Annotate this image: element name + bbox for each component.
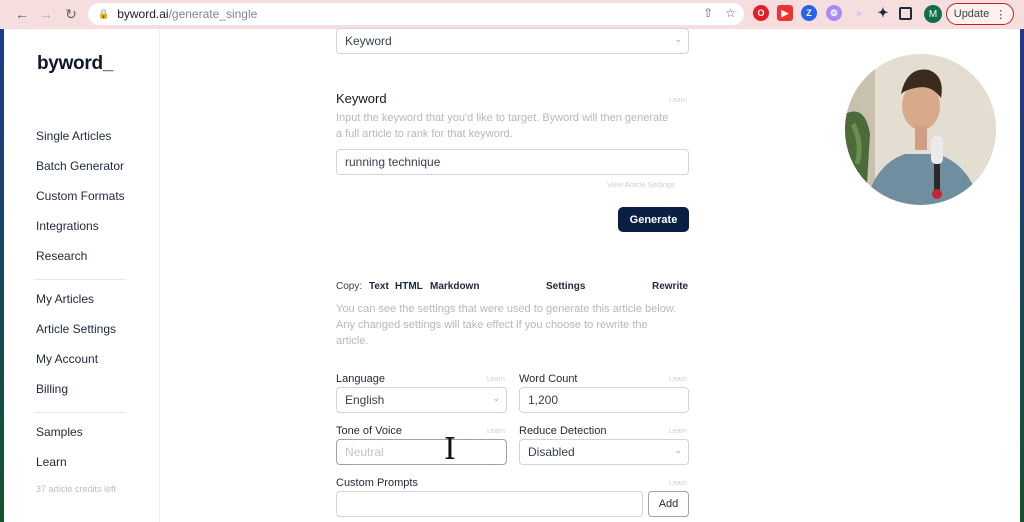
arrows-extension-icon[interactable]: » [851, 5, 867, 21]
sidebar: byword_ Single Articles Batch Generator … [4, 29, 160, 522]
nav-billing[interactable]: Billing [36, 382, 68, 396]
reduce-detection-select[interactable]: Disabled ⌄ [519, 439, 689, 465]
keyword-input-value: running technique [345, 155, 441, 169]
presenter-video-icon [845, 54, 996, 205]
frame-edge-right [1020, 29, 1024, 522]
byword-logo[interactable]: byword_ [37, 53, 113, 75]
reduce-detection-value: Disabled [528, 445, 575, 459]
custom-prompts-learn-link[interactable]: Learn [669, 480, 687, 487]
side-panel-icon[interactable] [899, 7, 912, 20]
keyword-learn-link[interactable]: Learn [669, 97, 687, 104]
nav-article-settings[interactable]: Article Settings [36, 322, 116, 336]
language-value: English [345, 393, 385, 407]
gear-extension-icon[interactable]: ⚙ [826, 5, 842, 21]
tone-of-voice-label: Tone of Voice [336, 425, 403, 437]
reduce-detection-label: Reduce Detection [519, 425, 607, 437]
copy-label: Copy: [336, 281, 363, 292]
settings-tab[interactable]: Settings [546, 281, 585, 292]
tone-of-voice-input[interactable]: Neutral [336, 439, 507, 465]
language-label: Language [336, 373, 385, 385]
language-learn-link[interactable]: Learn [487, 376, 505, 383]
opera-extension-icon[interactable]: O [753, 5, 769, 21]
nav-integrations[interactable]: Integrations [36, 219, 99, 233]
word-count-input[interactable]: 1,200 [519, 387, 689, 413]
language-select[interactable]: English ⌄ [336, 387, 507, 413]
url-host: byword.ai [117, 7, 169, 21]
video-extension-icon[interactable]: ▶ [777, 5, 793, 21]
chevron-down-icon: ⌄ [492, 393, 500, 403]
bookmark-star-icon[interactable]: ☆ [725, 6, 736, 20]
copy-html-link[interactable]: HTML [395, 281, 423, 292]
profile-avatar[interactable]: M [924, 5, 942, 23]
nav-learn[interactable]: Learn [36, 455, 67, 469]
chevron-down-icon: ⌄ [674, 34, 682, 44]
tone-placeholder: Neutral [345, 445, 384, 459]
zoom-extension-icon[interactable]: Z [801, 5, 817, 21]
word-count-learn-link[interactable]: Learn [669, 376, 687, 383]
rewrite-link[interactable]: Rewrite [652, 281, 688, 292]
back-arrow-icon[interactable]: ← [11, 3, 33, 25]
mode-select-value: Keyword [345, 34, 392, 48]
browser-toolbar: ← → ↻ 🔒 byword.ai/generate_single ⇧ ☆ O … [0, 0, 1024, 29]
puzzle-extensions-icon[interactable]: ✦ [875, 5, 891, 21]
custom-prompts-input[interactable] [336, 491, 643, 517]
nav-divider [34, 412, 126, 413]
update-label: Update [953, 8, 990, 20]
keyword-help-text: Input the keyword that you'd like to tar… [336, 112, 669, 140]
reduce-learn-link[interactable]: Learn [669, 428, 687, 435]
nav-divider [34, 279, 126, 280]
nav-custom-formats[interactable]: Custom Formats [36, 189, 125, 203]
tone-learn-link[interactable]: Learn [487, 428, 505, 435]
nav-my-account[interactable]: My Account [36, 352, 98, 366]
copy-text-link[interactable]: Text [369, 281, 389, 292]
update-button[interactable]: Update ⋮ [946, 3, 1014, 25]
word-count-value: 1,200 [528, 393, 559, 407]
view-article-settings-link[interactable]: View Article Settings [607, 180, 675, 189]
generate-button[interactable]: Generate [618, 207, 689, 232]
nav-single-articles[interactable]: Single Articles [36, 129, 111, 143]
text-cursor-icon: I [444, 432, 456, 467]
add-prompt-button[interactable]: Add [648, 491, 689, 517]
copy-markdown-link[interactable]: Markdown [430, 281, 479, 292]
address-bar[interactable]: 🔒 byword.ai/generate_single ⇧ ☆ [88, 3, 744, 25]
keyword-heading: Keyword [336, 91, 387, 106]
chevron-down-icon: ⌄ [674, 445, 682, 455]
reload-icon[interactable]: ↻ [60, 3, 82, 25]
credits-remaining: 37 article credits left [36, 484, 117, 494]
url-path: /generate_single [168, 7, 258, 21]
mode-select[interactable]: Keyword ⌄ [336, 28, 689, 54]
lock-icon: 🔒 [98, 8, 110, 19]
share-icon[interactable]: ⇧ [703, 6, 713, 20]
custom-prompts-label: Custom Prompts [336, 477, 418, 489]
nav-samples[interactable]: Samples [36, 425, 83, 439]
nav-my-articles[interactable]: My Articles [36, 292, 94, 306]
forward-arrow-icon[interactable]: → [35, 3, 57, 25]
nav-research[interactable]: Research [36, 249, 87, 263]
webcam-overlay [845, 54, 996, 205]
article-settings-help: You can see the settings that were used … [336, 303, 677, 347]
word-count-label: Word Count [519, 373, 578, 385]
menu-kebab-icon: ⋮ [995, 8, 1007, 21]
keyword-input[interactable]: running technique [336, 149, 689, 175]
nav-batch-generator[interactable]: Batch Generator [36, 159, 124, 173]
